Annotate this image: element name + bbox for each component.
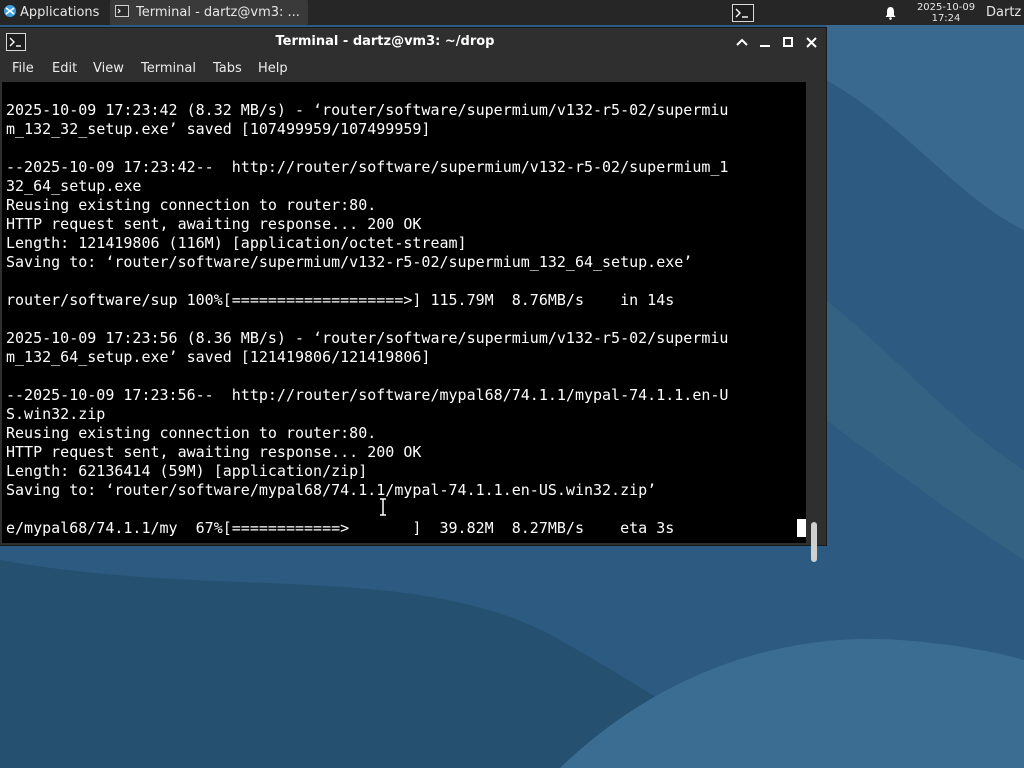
- terminal-line: 2025-10-09 17:23:42 (8.32 MB/s) - ‘route…: [6, 101, 729, 119]
- terminal-line: --2025-10-09 17:23:56-- http://router/so…: [6, 386, 729, 404]
- terminal-launcher-icon[interactable]: [727, 0, 759, 25]
- taskbar-terminal-label: Terminal - dartz@vm3: ...: [136, 5, 300, 20]
- ibeam-cursor-icon: [378, 498, 388, 520]
- text-cursor: [797, 519, 806, 537]
- user-menu[interactable]: Dartz: [986, 0, 1024, 25]
- terminal-icon: [115, 4, 129, 21]
- terminal-line: HTTP request sent, awaiting response... …: [6, 443, 422, 461]
- taskbar-terminal-button[interactable]: Terminal - dartz@vm3: ...: [110, 0, 308, 25]
- menu-tabs[interactable]: Tabs: [213, 61, 242, 76]
- terminal-line: 2025-10-09 17:23:56 (8.36 MB/s) - ‘route…: [6, 329, 729, 347]
- menu-file[interactable]: File: [12, 61, 34, 76]
- terminal-line: Length: 121419806 (116M) [application/oc…: [6, 234, 467, 252]
- close-icon[interactable]: [802, 33, 820, 51]
- terminal-line: 32_64_setup.exe: [6, 177, 142, 195]
- menu-view[interactable]: View: [93, 61, 124, 76]
- terminal-line: HTTP request sent, awaiting response... …: [6, 215, 422, 233]
- menu-edit[interactable]: Edit: [52, 61, 77, 76]
- terminal-line: m_132_64_setup.exe’ saved [121419806/121…: [6, 348, 431, 366]
- terminal-line: Length: 62136414 (59M) [application/zip]: [6, 462, 368, 480]
- terminal-scrollbar[interactable]: [806, 82, 826, 562]
- terminal-line: S.win32.zip: [6, 405, 106, 423]
- terminal-line: router/software/sup 100%[===============…: [6, 291, 675, 309]
- terminal-line: Reusing existing connection to router:80…: [6, 196, 377, 214]
- terminal-output[interactable]: 2025-10-09 17:23:42 (8.32 MB/s) - ‘route…: [2, 82, 806, 543]
- menu-help[interactable]: Help: [258, 61, 288, 76]
- bell-icon[interactable]: [880, 0, 900, 25]
- xfce-logo-icon: [3, 4, 17, 22]
- terminal-window: Terminal - dartz@vm3: ~/drop File Edit V…: [0, 28, 826, 562]
- applications-label: Applications: [20, 5, 100, 20]
- window-titlebar[interactable]: Terminal - dartz@vm3: ~/drop: [0, 28, 826, 56]
- chevron-up-icon[interactable]: [733, 33, 751, 51]
- applications-menu[interactable]: Applications: [0, 0, 111, 25]
- maximize-icon[interactable]: [779, 33, 797, 51]
- clock-date: 2025-10-09: [916, 1, 976, 13]
- terminal-line: Reusing existing connection to router:80…: [6, 424, 377, 442]
- terminal-line: --2025-10-09 17:23:42-- http://router/so…: [6, 158, 729, 176]
- scrollbar-thumb[interactable]: [811, 522, 817, 562]
- menu-bar: File Edit View Terminal Tabs Help: [0, 56, 826, 82]
- terminal-line: m_132_32_setup.exe’ saved [107499959/107…: [6, 120, 431, 138]
- terminal-line: Saving to: ‘router/software/mypal68/74.1…: [6, 481, 657, 499]
- clock[interactable]: 2025-10-09 17:24: [908, 0, 984, 25]
- top-panel: Applications Terminal - dartz@vm3: ... 2…: [0, 0, 1024, 25]
- clock-time: 17:24: [931, 12, 961, 24]
- minimize-icon[interactable]: [756, 33, 774, 51]
- terminal-line: e/mypal68/74.1.1/my 67%[============> ] …: [6, 519, 675, 537]
- window-title: Terminal - dartz@vm3: ~/drop: [275, 34, 495, 49]
- menu-terminal[interactable]: Terminal: [141, 61, 196, 76]
- terminal-line: Saving to: ‘router/software/supermium/v1…: [6, 253, 693, 271]
